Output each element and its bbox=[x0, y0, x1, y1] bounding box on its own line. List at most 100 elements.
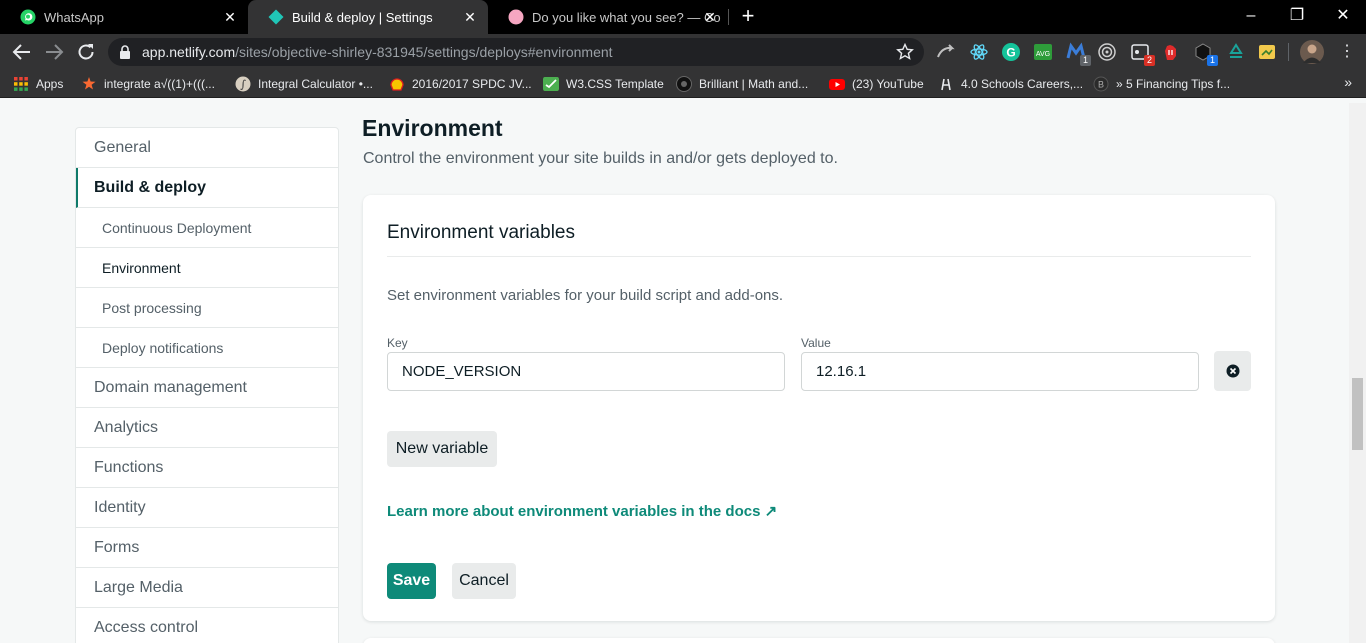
sidebar-item-build-deploy[interactable]: Build & deploy bbox=[76, 168, 338, 208]
bookmark-wolfram[interactable]: integrate a√((1)+(((... bbox=[81, 75, 215, 93]
sidebar-item-environment[interactable]: Environment bbox=[76, 248, 338, 288]
value-input[interactable] bbox=[801, 352, 1199, 391]
card-description: Set environment variables for your build… bbox=[387, 287, 784, 304]
bookmark-w3css[interactable]: W3.CSS Template bbox=[543, 75, 664, 93]
extension-badge: 2 bbox=[1144, 55, 1155, 66]
bookmark-label: Brilliant | Math and... bbox=[699, 77, 809, 91]
extension-badge: 1 bbox=[1080, 55, 1091, 66]
integral-icon: ∫ bbox=[235, 76, 251, 92]
section-description: Control the environment your site builds… bbox=[363, 150, 838, 167]
sidebar-item-domain-management[interactable]: Domain management bbox=[76, 368, 338, 408]
bookmark-label: Apps bbox=[36, 77, 64, 91]
key-input[interactable] bbox=[387, 352, 785, 391]
shell-icon bbox=[390, 78, 404, 91]
sidebar-item-access-control[interactable]: Access control bbox=[76, 608, 338, 643]
whatsapp-icon bbox=[20, 9, 36, 25]
sidebar-item-functions[interactable]: Functions bbox=[76, 448, 338, 488]
sidebar-item-label: Deploy notifications bbox=[102, 339, 224, 356]
close-tab-icon[interactable]: ✕ bbox=[702, 9, 718, 25]
extension-badge: 1 bbox=[1207, 55, 1218, 66]
url-path: /sites/objective-shirley-831945/settings… bbox=[235, 44, 613, 60]
bookmark-label: 4.0 Schools Careers,... bbox=[961, 77, 1084, 91]
extension-yellow-icon[interactable] bbox=[1257, 42, 1277, 62]
tab-whatsapp[interactable]: WhatsApp ✕ bbox=[0, 0, 248, 34]
pink-dot-icon bbox=[508, 9, 524, 25]
sidebar-item-deploy-notifications[interactable]: Deploy notifications bbox=[76, 328, 338, 368]
svg-text:B: B bbox=[1098, 80, 1104, 90]
sidebar-item-label: Identity bbox=[94, 498, 146, 516]
sidebar-item-analytics[interactable]: Analytics bbox=[76, 408, 338, 448]
bookmarks-overflow-icon[interactable]: » bbox=[1344, 74, 1352, 90]
delete-variable-button[interactable] bbox=[1214, 351, 1251, 391]
back-arrow-icon[interactable] bbox=[10, 40, 34, 64]
sidebar-item-label: Continuous Deployment bbox=[102, 219, 252, 236]
bookmark-financing-tips[interactable]: B » 5 Financing Tips f... bbox=[1093, 75, 1230, 93]
sidebar-item-label: Domain management bbox=[94, 378, 247, 396]
bookmark-youtube[interactable]: (23) YouTube bbox=[829, 75, 924, 93]
avg-icon[interactable]: AVG bbox=[1033, 42, 1053, 62]
address-bar[interactable]: app.netlify.com/sites/objective-shirley-… bbox=[108, 38, 924, 66]
bookmark-label: 2016/2017 SPDC JV... bbox=[412, 77, 532, 91]
key-label: Key bbox=[387, 336, 408, 350]
url-text: app.netlify.com/sites/objective-shirley-… bbox=[142, 44, 613, 60]
save-button[interactable]: Save bbox=[387, 563, 436, 599]
sidebar-item-label: Functions bbox=[94, 458, 164, 476]
youtube-icon bbox=[829, 79, 845, 90]
close-tab-icon[interactable]: ✕ bbox=[222, 9, 238, 25]
apps-grid-icon bbox=[14, 77, 28, 91]
scrollbar-thumb[interactable] bbox=[1352, 378, 1363, 450]
forward-arrow-icon[interactable] bbox=[42, 40, 66, 64]
tab-title: Build & deploy | Settings bbox=[292, 9, 433, 25]
bookmark-label: integrate a√((1)+(((... bbox=[104, 77, 215, 91]
sidebar-item-forms[interactable]: Forms bbox=[76, 528, 338, 568]
bookmark-integral-calculator[interactable]: ∫ Integral Calculator •... bbox=[235, 75, 373, 93]
close-tab-icon[interactable]: ✕ bbox=[462, 9, 478, 25]
sidebar-item-continuous-deployment[interactable]: Continuous Deployment bbox=[76, 208, 338, 248]
card-title: Environment variables bbox=[387, 222, 575, 243]
brilliant-icon bbox=[676, 76, 692, 92]
bookmark-4schools[interactable]: 4.0 Schools Careers,... bbox=[938, 75, 1083, 93]
bookmark-star-icon[interactable] bbox=[896, 43, 914, 61]
tab-build-deploy[interactable]: Build & deploy | Settings ✕ bbox=[248, 0, 488, 34]
target-icon[interactable] bbox=[1097, 42, 1117, 62]
sidebar-item-identity[interactable]: Identity bbox=[76, 488, 338, 528]
sidebar-item-large-media[interactable]: Large Media bbox=[76, 568, 338, 608]
sidebar-item-label: Analytics bbox=[94, 418, 159, 436]
bookmark-spdc[interactable]: 2016/2017 SPDC JV... bbox=[389, 75, 532, 93]
sidebar-item-label: Access control bbox=[94, 618, 199, 636]
tab-do-you-like[interactable]: Do you like what you see? — Co ✕ bbox=[488, 0, 728, 34]
react-devtools-icon[interactable] bbox=[969, 42, 989, 62]
environment-variables-card: Environment variables Set environment va… bbox=[363, 195, 1275, 621]
sidebar-item-label: Large Media bbox=[94, 578, 183, 596]
extension-box-icon[interactable]: 2 bbox=[1130, 42, 1155, 66]
svg-text:G: G bbox=[1006, 46, 1015, 60]
sidebar-item-label: Environment bbox=[102, 259, 181, 276]
new-tab-button[interactable]: + bbox=[737, 5, 759, 28]
recycle-icon[interactable] bbox=[1226, 42, 1246, 62]
bookmark-label: » 5 Financing Tips f... bbox=[1116, 77, 1231, 91]
docs-link[interactable]: Learn more about environment variables i… bbox=[387, 502, 777, 520]
svg-text:AVG: AVG bbox=[1036, 51, 1050, 58]
reload-icon[interactable] bbox=[74, 40, 98, 64]
bookmark-apps[interactable]: Apps bbox=[13, 75, 63, 93]
window-close-button[interactable]: ✕ bbox=[1320, 0, 1366, 34]
extension-m-icon[interactable]: 1 bbox=[1066, 42, 1091, 66]
sidebar-item-post-processing[interactable]: Post processing bbox=[76, 288, 338, 328]
restore-button[interactable]: ❐ bbox=[1274, 0, 1320, 34]
cancel-button[interactable]: Cancel bbox=[452, 563, 516, 599]
sidebar-item-label: Forms bbox=[94, 538, 140, 556]
cube-icon[interactable]: 1 bbox=[1193, 42, 1218, 66]
profile-avatar[interactable] bbox=[1300, 40, 1324, 64]
extension-arrow-icon[interactable] bbox=[936, 42, 956, 62]
tab-separator bbox=[728, 9, 729, 25]
browser-menu-icon[interactable]: ⋮ bbox=[1339, 42, 1355, 62]
grammarly-icon[interactable]: G bbox=[1001, 42, 1021, 62]
new-variable-button[interactable]: New variable bbox=[387, 431, 497, 467]
hand-stop-icon[interactable] bbox=[1161, 42, 1181, 62]
page-scrollbar[interactable] bbox=[1349, 103, 1366, 643]
settings-sidebar: General Build & deploy Continuous Deploy… bbox=[75, 127, 339, 643]
sidebar-item-general[interactable]: General bbox=[76, 128, 338, 168]
bookmark-brilliant[interactable]: Brilliant | Math and... bbox=[676, 75, 808, 93]
bitcoin-icon: B bbox=[1093, 76, 1109, 92]
minimize-button[interactable]: – bbox=[1228, 0, 1274, 34]
